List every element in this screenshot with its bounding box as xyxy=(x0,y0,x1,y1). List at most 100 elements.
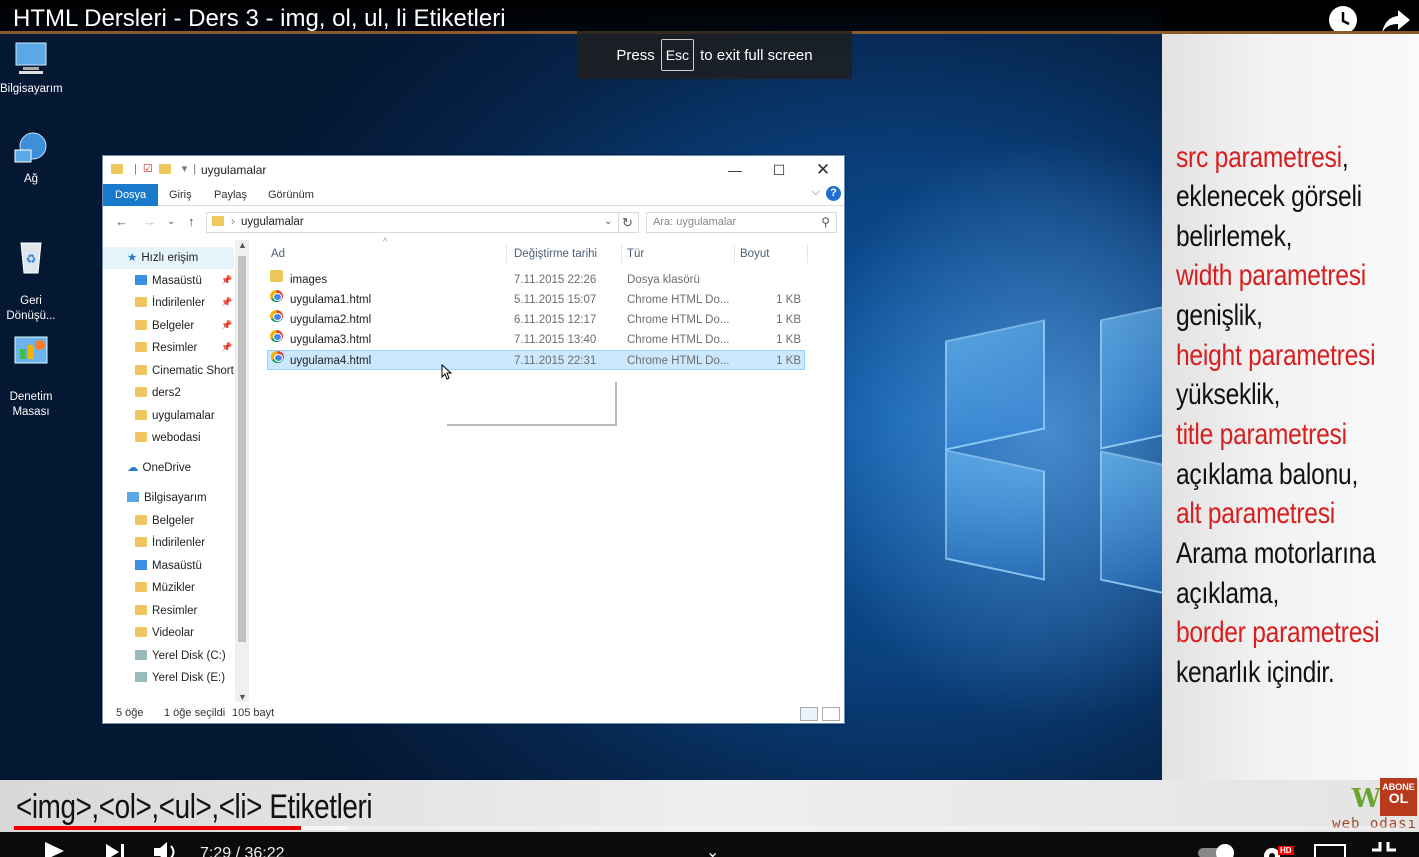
sidebar-item-disk-c[interactable]: Yerel Disk (C:) xyxy=(103,645,226,667)
caption-line: yükseklik, xyxy=(1176,378,1281,411)
tab-dosya[interactable]: Dosya xyxy=(103,184,159,206)
documents-folder-icon xyxy=(135,320,147,330)
tab-giris[interactable]: Giriş xyxy=(157,184,204,206)
column-header-type[interactable]: Tür xyxy=(623,245,735,263)
sidebar-item-indirilenler[interactable]: İndirilenler xyxy=(103,292,205,314)
volume-icon[interactable] xyxy=(152,842,184,857)
search-input[interactable]: Ara: uygulamalar ⚲ xyxy=(646,212,837,233)
forward-button[interactable]: → xyxy=(143,214,156,229)
sidebar-item-webodasi[interactable]: webodasi xyxy=(103,427,201,449)
desktop-icon-computer[interactable]: Bilgisayarım xyxy=(0,40,63,97)
pin-icon[interactable]: 📌 xyxy=(221,275,232,286)
file-row[interactable]: uygulama1.html 5.11.2015 15:07 Chrome HT… xyxy=(267,290,805,310)
file-name: uygulama1.html xyxy=(290,294,372,306)
file-type: Dosya klasörü xyxy=(627,274,700,286)
sidebar-item-pc-indirilenler[interactable]: İndirilenler xyxy=(103,532,205,554)
sidebar-item-videolar[interactable]: Videolar xyxy=(103,622,194,644)
toast-text-after: to exit full screen xyxy=(700,46,813,64)
sidebar-item-pc-resimler[interactable]: Resimler xyxy=(103,600,197,622)
maximize-button[interactable]: ☐ xyxy=(757,158,801,182)
sidebar-item-label: İndirilenler xyxy=(152,297,206,309)
sidebar-item-pc-belgeler[interactable]: Belgeler xyxy=(103,510,194,532)
file-explorer-window: | ☑ ▾ | uygulamalar — ☐ ✕ Dosya Giriş Pa… xyxy=(102,155,845,724)
properties-icon[interactable]: ☑ xyxy=(143,162,153,175)
sidebar-item-label: Bilgisayarım xyxy=(144,492,207,504)
sidebar-scrollbar[interactable]: ▲ ▼ xyxy=(235,240,249,702)
pictures-folder-icon xyxy=(135,342,147,352)
scroll-up-icon[interactable]: ▲ xyxy=(238,240,247,250)
refresh-button[interactable]: ↻ xyxy=(617,212,639,233)
file-row[interactable]: uygulama2.html 6.11.2015 12:17 Chrome HT… xyxy=(267,310,805,330)
caption-line: belirlemek, xyxy=(1176,220,1293,253)
scrollbar-thumb[interactable] xyxy=(238,256,246,642)
sidebar-item-muzikler[interactable]: Müzikler xyxy=(103,577,195,599)
navigation-bar: ← → ⌄ ↑ › uygulamalar ⌄ ↻ Ara: uygulamal… xyxy=(103,208,844,236)
sidebar-item-belgeler[interactable]: Belgeler xyxy=(103,315,194,337)
tab-paylas[interactable]: Paylaş xyxy=(202,184,259,206)
sidebar-item-uygulamalar[interactable]: uygulamalar xyxy=(103,405,215,427)
sidebar-item-bilgisayarim[interactable]: Bilgisayarım xyxy=(103,487,207,509)
breadcrumb[interactable]: uygulamalar xyxy=(241,216,304,228)
pin-icon[interactable]: 📌 xyxy=(221,342,232,353)
back-button[interactable]: ← xyxy=(115,214,128,229)
chevron-down-icon[interactable]: ⌄ xyxy=(706,842,719,857)
sidebar-item-resimler[interactable]: Resimler xyxy=(103,337,197,359)
sidebar-item-onedrive[interactable]: ☁ OneDrive xyxy=(103,457,191,479)
file-date: 7.11.2015 22:31 xyxy=(514,355,597,367)
search-icon[interactable]: ⚲ xyxy=(821,215,830,229)
desktop-icon-label: Denetim Masası xyxy=(9,391,53,418)
tab-gorunum[interactable]: Görünüm xyxy=(256,184,326,206)
address-bar[interactable]: › uygulamalar ⌄ xyxy=(206,212,619,233)
sidebar-item-ders2[interactable]: ders2 xyxy=(103,382,181,404)
large-icons-view-button[interactable] xyxy=(822,707,840,721)
column-header-name[interactable]: Ad xyxy=(267,245,507,263)
desktop-icon-network[interactable]: Ağ xyxy=(0,130,62,187)
sidebar-item-masaustu[interactable]: Masaüstü xyxy=(103,270,202,292)
details-view-button[interactable] xyxy=(800,707,818,721)
chrome-icon xyxy=(270,310,283,322)
qat-dropdown-icon[interactable]: ▾ xyxy=(182,162,188,175)
file-type: Chrome HTML Do... xyxy=(627,294,730,306)
sidebar-item-quick-access[interactable]: ★ Hızlı erişim xyxy=(103,247,234,269)
separator: | xyxy=(134,162,137,175)
autoplay-toggle[interactable] xyxy=(1198,844,1234,857)
desktop-icon-control-panel[interactable]: Denetim Masası xyxy=(0,318,62,420)
pin-icon[interactable]: 📌 xyxy=(221,320,232,331)
desktop-icon-recycle-bin[interactable]: ♻ Geri Dönüşü... xyxy=(0,222,62,324)
sidebar-item-label: Resimler xyxy=(152,342,198,354)
sidebar-item-cinematic-short[interactable]: Cinematic Short xyxy=(103,360,234,382)
video-title[interactable]: HTML Dersleri - Ders 3 - img, ol, ul, li… xyxy=(13,5,506,33)
caption-line: açıklama balonu, xyxy=(1176,458,1359,491)
progress-played[interactable] xyxy=(14,826,301,830)
search-placeholder: Ara: uygulamalar xyxy=(653,216,737,228)
computer-icon xyxy=(15,42,47,74)
column-header-size[interactable]: Boyut xyxy=(736,245,808,263)
new-folder-icon[interactable] xyxy=(158,163,171,174)
address-dropdown-icon[interactable]: ⌄ xyxy=(604,216,612,227)
column-header-date[interactable]: Değiştirme tarihi xyxy=(510,245,622,263)
item-count: 5 öğe xyxy=(116,707,144,719)
file-row-selected[interactable]: uygulama4.html 7.11.2015 22:31 Chrome HT… xyxy=(267,350,805,370)
star-icon: ★ xyxy=(127,252,138,264)
close-button[interactable]: ✕ xyxy=(801,158,845,182)
explorer-titlebar[interactable]: | ☑ ▾ | uygulamalar — ☐ ✕ xyxy=(103,156,844,184)
up-button[interactable]: ↑ xyxy=(188,214,195,229)
help-icon[interactable]: ? xyxy=(826,186,841,201)
theater-mode-icon[interactable] xyxy=(1314,844,1346,857)
window-title: uygulamalar xyxy=(201,163,267,177)
recent-locations-icon[interactable]: ⌄ xyxy=(167,216,175,227)
exit-fullscreen-icon[interactable] xyxy=(1372,842,1396,857)
next-icon[interactable] xyxy=(104,844,126,857)
pin-icon[interactable]: 📌 xyxy=(221,297,232,308)
play-icon[interactable] xyxy=(42,842,66,857)
file-row[interactable]: images 7.11.2015 22:26 Dosya klasörü xyxy=(267,270,805,290)
sidebar-item-disk-e[interactable]: Yerel Disk (E:) xyxy=(103,667,225,689)
ribbon-expand-icon[interactable]: ⌵ xyxy=(812,186,820,199)
minimize-button[interactable]: — xyxy=(713,158,757,182)
drive-icon xyxy=(135,672,147,682)
sidebar-item-pc-masaustu[interactable]: Masaüstü xyxy=(103,555,202,577)
subscribe-badge[interactable]: ABONE OL xyxy=(1380,778,1417,816)
caption-line: açıklama, xyxy=(1176,577,1280,610)
scroll-down-icon[interactable]: ▼ xyxy=(238,692,247,702)
file-row[interactable]: uygulama3.html 7.11.2015 13:40 Chrome HT… xyxy=(267,330,805,350)
